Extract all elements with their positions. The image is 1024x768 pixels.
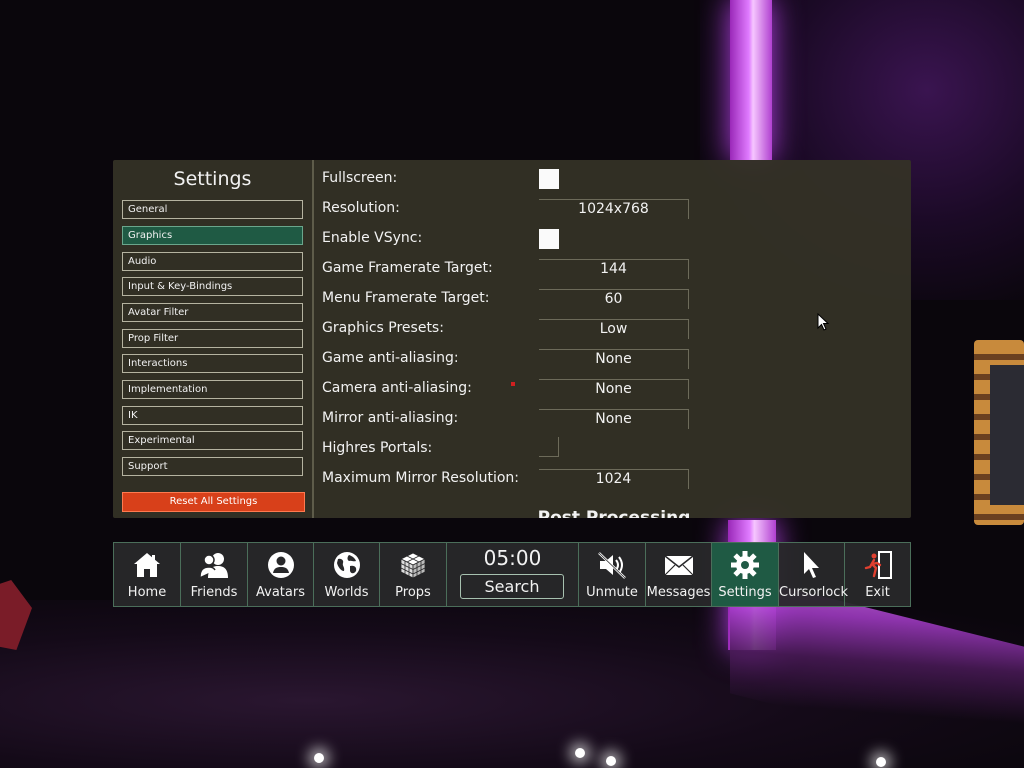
vsync-label: Enable VSync:	[322, 230, 423, 246]
sidebar-item-ik[interactable]: IK	[122, 406, 303, 425]
exit-label: Exit	[865, 585, 890, 600]
home-label: Home	[127, 585, 167, 600]
sidebar-item-experimental[interactable]: Experimental	[122, 431, 303, 450]
highres-portals-label: Highres Portals:	[322, 440, 433, 456]
mirror-anti-aliasing-label: Mirror anti-aliasing:	[322, 410, 459, 426]
fullscreen-checkbox[interactable]	[539, 169, 559, 189]
speaker-muted-icon	[598, 552, 626, 579]
worlds-label: Worlds	[324, 585, 369, 600]
globe-icon	[333, 552, 360, 578]
home-icon	[134, 553, 160, 577]
unmute-button[interactable]: Unmute	[579, 543, 646, 606]
neon-pillar	[730, 0, 772, 160]
ground-light	[606, 756, 616, 766]
game-framerate-input[interactable]: 144	[539, 259, 689, 279]
graphics-settings-content: Fullscreen: Resolution: 1024x768 Enable …	[314, 160, 911, 518]
ground-light	[876, 757, 886, 767]
worlds-button[interactable]: Worlds	[314, 543, 380, 606]
sidebar-item-input-key-bindings[interactable]: Input & Key-Bindings	[122, 277, 303, 296]
settings-panel: Settings General Graphics Audio Input & …	[113, 160, 911, 518]
ground-light	[575, 748, 585, 758]
graphics-presets-label: Graphics Presets:	[322, 320, 444, 336]
mirror-resolution-label: Maximum Mirror Resolution:	[322, 470, 519, 486]
graphics-presets-dropdown[interactable]: Low	[539, 319, 689, 339]
game-anti-aliasing-dropdown[interactable]: None	[539, 349, 689, 369]
friends-label: Friends	[190, 585, 238, 600]
sidebar-item-support[interactable]: Support	[122, 457, 303, 476]
camera-anti-aliasing-dropdown[interactable]: None	[539, 379, 689, 399]
camera-anti-aliasing-label: Camera anti-aliasing:	[322, 380, 472, 396]
sidebar-item-interactions[interactable]: Interactions	[122, 354, 303, 373]
cursor-arrow-icon	[803, 552, 819, 578]
envelope-icon	[664, 555, 693, 576]
red-marker	[511, 382, 515, 386]
mirror-resolution-input[interactable]: 1024	[539, 469, 689, 489]
sidebar-item-implementation[interactable]: Implementation	[122, 380, 303, 399]
gold-frame-inner	[990, 365, 1024, 505]
friends-button[interactable]: Friends	[181, 543, 248, 606]
resolution-dropdown[interactable]: 1024x768	[539, 199, 689, 219]
post-processing-heading: Post Processing	[537, 508, 691, 518]
game-framerate-label: Game Framerate Target:	[322, 260, 493, 276]
settings-button[interactable]: Settings	[712, 543, 779, 606]
messages-button[interactable]: Messages	[646, 543, 712, 606]
fullscreen-label: Fullscreen:	[322, 170, 398, 186]
search-button[interactable]: Search	[460, 574, 564, 599]
quick-menu-dock: Home Friends Avatars Worlds Props 05:00 …	[113, 542, 911, 607]
settings-sidebar: Settings General Graphics Audio Input & …	[113, 160, 314, 518]
mirror-anti-aliasing-dropdown[interactable]: None	[539, 409, 689, 429]
settings-label: Settings	[718, 585, 772, 600]
game-anti-aliasing-label: Game anti-aliasing:	[322, 350, 459, 366]
avatar-icon	[267, 552, 294, 578]
cube-icon	[400, 552, 426, 579]
resolution-label: Resolution:	[322, 200, 400, 216]
home-button[interactable]: Home	[114, 543, 181, 606]
sidebar-item-general[interactable]: General	[122, 200, 303, 219]
messages-label: Messages	[646, 585, 711, 600]
menu-framerate-label: Menu Framerate Target:	[322, 290, 490, 306]
exit-door-icon	[864, 551, 892, 579]
sidebar-item-audio[interactable]: Audio	[122, 252, 303, 271]
unmute-label: Unmute	[586, 585, 638, 600]
highres-portals-checkbox[interactable]	[539, 437, 559, 457]
reset-all-settings-button[interactable]: Reset All Settings	[122, 492, 305, 512]
cursorlock-button[interactable]: Cursorlock	[779, 543, 848, 606]
sidebar-item-prop-filter[interactable]: Prop Filter	[122, 329, 303, 348]
avatars-button[interactable]: Avatars	[248, 543, 314, 606]
clock-display: 05:00	[483, 546, 542, 570]
mouse-cursor-icon	[817, 313, 829, 331]
clock-search-block: 05:00 Search	[447, 543, 579, 606]
settings-title: Settings	[173, 168, 252, 190]
props-label: Props	[395, 585, 431, 600]
avatars-label: Avatars	[256, 585, 305, 600]
cursorlock-label: Cursorlock	[779, 585, 848, 600]
props-button[interactable]: Props	[380, 543, 447, 606]
sidebar-item-avatar-filter[interactable]: Avatar Filter	[122, 303, 303, 322]
menu-framerate-input[interactable]: 60	[539, 289, 689, 309]
friends-icon	[199, 553, 228, 578]
sidebar-item-graphics[interactable]: Graphics	[122, 226, 303, 245]
ground-light	[314, 753, 324, 763]
vsync-checkbox[interactable]	[539, 229, 559, 249]
gear-icon	[731, 551, 759, 579]
exit-button[interactable]: Exit	[845, 543, 910, 606]
